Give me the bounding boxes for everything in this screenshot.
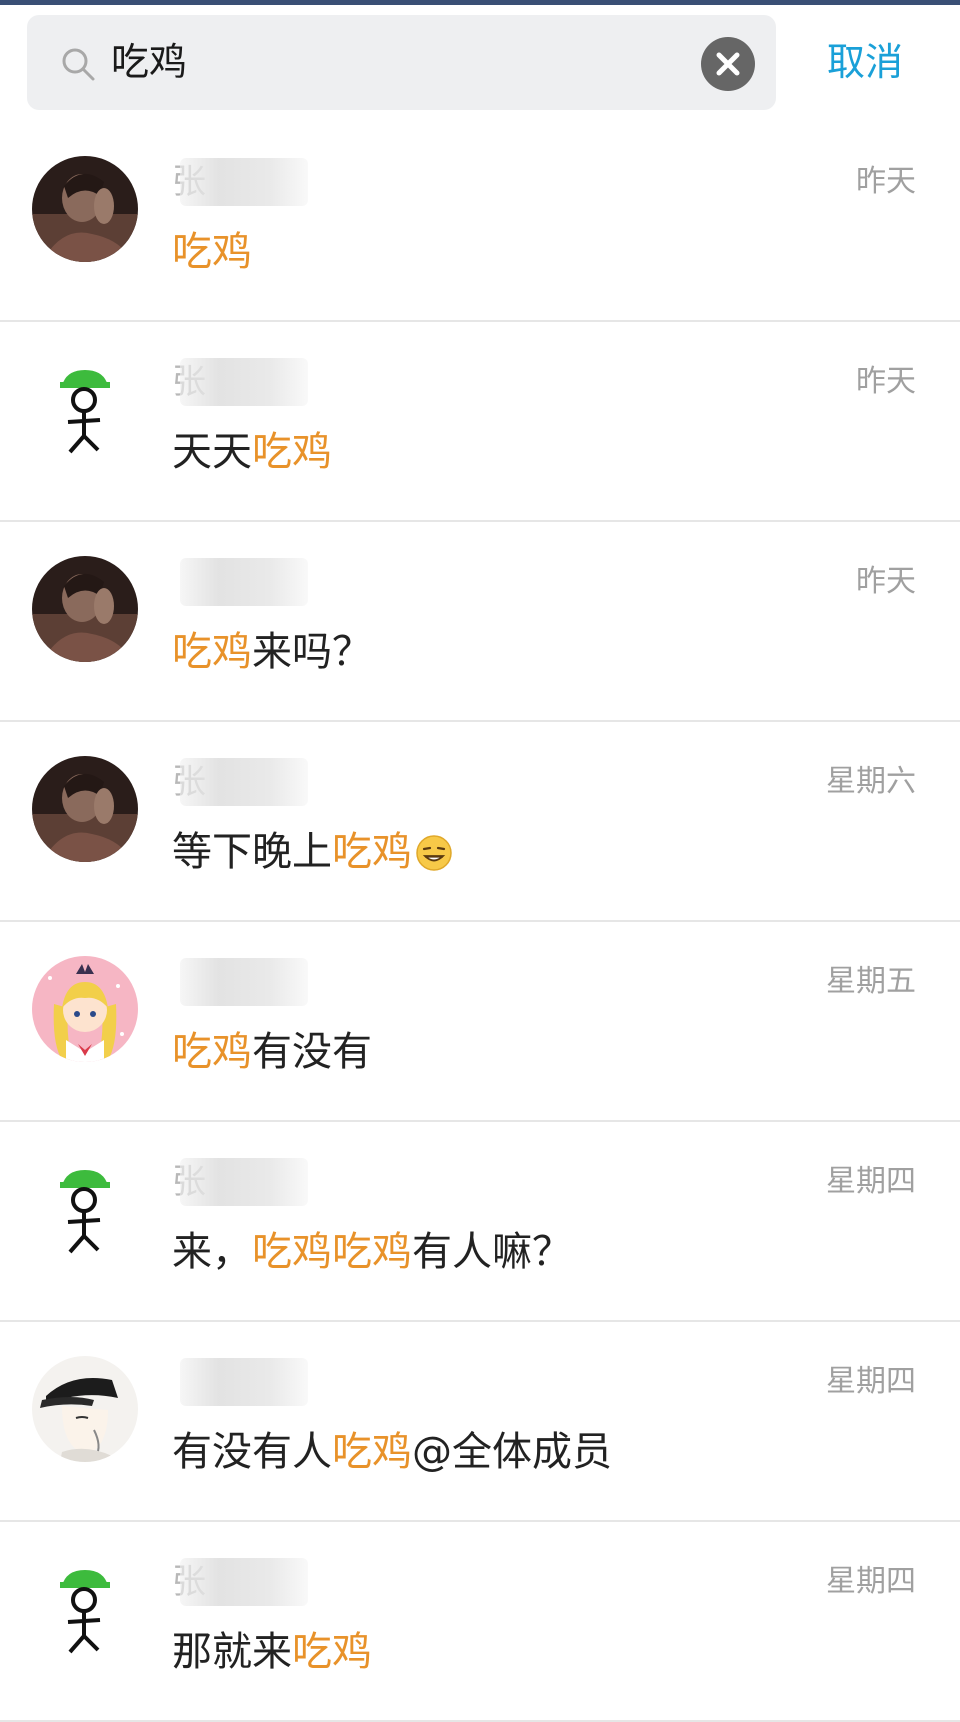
keyword-highlight: 吃鸡 <box>172 229 252 275</box>
search-results-list: 张昨天吃鸡张昨天天天吃鸡昨天吃鸡来吗？张星期六等下晚上吃鸡星期五吃鸡有没有张星期… <box>0 122 960 1722</box>
message-preview: 等下晚上吃鸡 <box>172 822 454 882</box>
message-text: 有没有人 <box>172 1429 332 1475</box>
name-redaction-blur <box>180 758 308 806</box>
photo-avatar <box>32 556 138 662</box>
search-icon <box>59 45 99 85</box>
name-redaction-blur <box>180 158 308 206</box>
message-date: 星期五 <box>826 964 916 999</box>
message-preview: 吃鸡来吗？ <box>172 622 372 682</box>
message-text: @全体成员 <box>412 1429 612 1475</box>
grin-emoji <box>414 830 454 871</box>
message-preview: 吃鸡有没有 <box>172 1022 372 1082</box>
name-redaction-blur <box>180 358 308 406</box>
message-preview: 来，吃鸡吃鸡有人嘛？ <box>172 1222 572 1282</box>
status-strip <box>0 0 960 5</box>
keyword-highlight: 吃鸡 <box>332 829 412 875</box>
clear-search-button[interactable] <box>701 37 755 91</box>
message-date: 星期四 <box>826 1364 916 1399</box>
search-result-row[interactable]: 星期五吃鸡有没有 <box>0 922 960 1122</box>
name-redaction-blur <box>180 1158 308 1206</box>
cancel-button[interactable]: 取消 <box>805 15 925 110</box>
message-preview: 那就来吃鸡 <box>172 1622 372 1682</box>
message-preview: 吃鸡 <box>172 222 252 282</box>
keyword-highlight: 吃鸡 <box>172 1029 252 1075</box>
search-result-row[interactable]: 张昨天天天吃鸡 <box>0 322 960 522</box>
photo-avatar <box>32 756 138 862</box>
message-text: 天天 <box>172 429 252 475</box>
name-redaction-blur <box>180 1358 308 1406</box>
message-date: 昨天 <box>856 364 916 399</box>
cap-boy-avatar <box>32 1356 138 1462</box>
search-result-row[interactable]: 张星期四来，吃鸡吃鸡有人嘛？ <box>0 1122 960 1322</box>
message-text: 那就来 <box>172 1629 292 1675</box>
stickman-avatar <box>32 356 138 462</box>
message-text: 来， <box>172 1229 252 1275</box>
search-result-row[interactable]: 星期四有没有人吃鸡@全体成员 <box>0 1322 960 1522</box>
name-redaction-blur <box>180 958 308 1006</box>
keyword-highlight: 吃鸡 <box>252 429 332 475</box>
search-bar[interactable]: 吃鸡 <box>27 15 776 110</box>
message-text: 有没有 <box>252 1029 372 1075</box>
keyword-highlight: 吃鸡 <box>172 629 252 675</box>
search-result-row[interactable]: 张昨天吃鸡 <box>0 122 960 322</box>
message-text: 有人嘛？ <box>412 1229 572 1275</box>
search-result-row[interactable]: 昨天吃鸡来吗？ <box>0 522 960 722</box>
keyword-highlight: 吃鸡 <box>292 1629 372 1675</box>
search-result-row[interactable]: 张星期六等下晚上吃鸡 <box>0 722 960 922</box>
name-redaction-blur <box>180 1558 308 1606</box>
message-date: 星期六 <box>826 764 916 799</box>
message-text: 等下晚上 <box>172 829 332 875</box>
message-text: 来吗？ <box>252 629 372 675</box>
stickman-avatar <box>32 1156 138 1262</box>
message-date: 星期四 <box>826 1564 916 1599</box>
close-icon <box>716 52 740 76</box>
message-preview: 有没有人吃鸡@全体成员 <box>172 1422 612 1482</box>
keyword-highlight: 吃鸡吃鸡 <box>252 1229 412 1275</box>
message-date: 昨天 <box>856 564 916 599</box>
search-result-row[interactable]: 张星期四那就来吃鸡 <box>0 1522 960 1722</box>
photo-avatar <box>32 156 138 262</box>
message-date: 昨天 <box>856 164 916 199</box>
anime-girl-avatar <box>32 956 138 1062</box>
search-input[interactable]: 吃鸡 <box>111 15 187 110</box>
message-preview: 天天吃鸡 <box>172 422 332 482</box>
keyword-highlight: 吃鸡 <box>332 1429 412 1475</box>
name-redaction-blur <box>180 558 308 606</box>
message-date: 星期四 <box>826 1164 916 1199</box>
stickman-avatar <box>32 1556 138 1662</box>
